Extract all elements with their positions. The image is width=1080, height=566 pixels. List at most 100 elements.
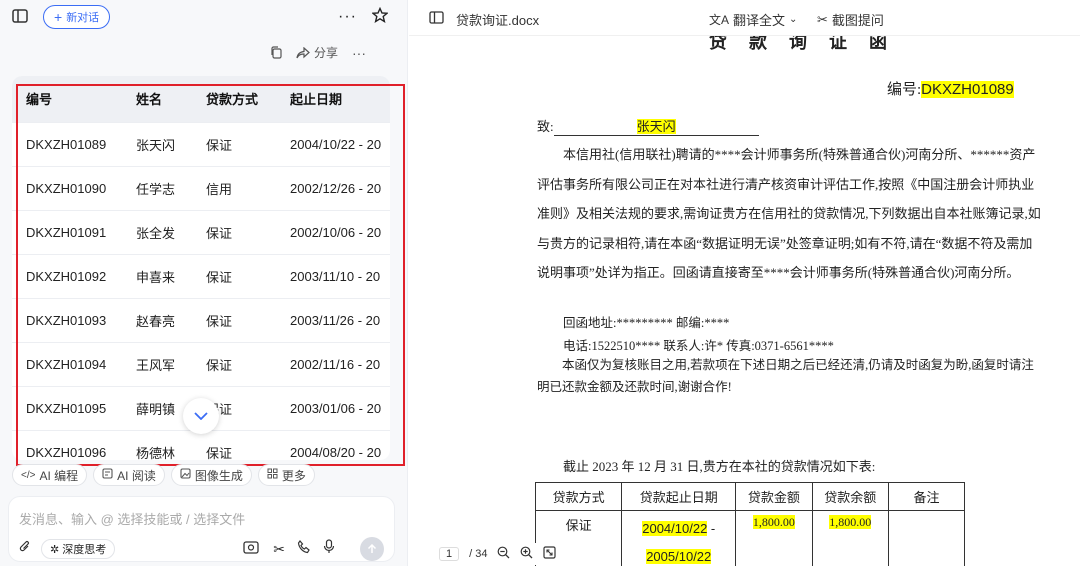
to-label: 致: bbox=[537, 119, 554, 134]
cell-id: DKXZH01089 bbox=[12, 121, 122, 166]
cell-dates: 2002/12/26 - 20 bbox=[276, 165, 390, 210]
document-topbar: 贷款询证.docx 文A 翻译全文 ⌄ ✂ 截图提问 bbox=[409, 0, 1080, 36]
date-separator: - bbox=[707, 521, 716, 536]
sidebar-toggle-icon[interactable] bbox=[12, 9, 28, 23]
loan-amount-value: 1,800.00 bbox=[752, 515, 795, 529]
share-icon bbox=[296, 46, 310, 58]
scissors-icon[interactable]: ✂ bbox=[273, 541, 285, 558]
phone-icon[interactable] bbox=[297, 539, 311, 559]
recipient-name: 张天闪 bbox=[636, 119, 676, 134]
cell-id: DKXZH01094 bbox=[12, 341, 122, 386]
fit-page-icon[interactable] bbox=[543, 546, 557, 562]
arrow-up-icon bbox=[367, 544, 377, 553]
phone-line: 电话:1522510**** 联系人:许* 传真:0371-6561**** bbox=[563, 339, 834, 353]
chevron-down-icon: ⌄ bbox=[789, 14, 798, 25]
document-page: 贷款询证函 编号:DKXZH01089 致: 张天闪 本信用社(信用联社)聘请的*… bbox=[409, 36, 1080, 566]
new-chat-label: 新对话 bbox=[66, 12, 100, 24]
cell-name: 薛明镇 bbox=[122, 385, 192, 430]
loan-header: 备注 bbox=[887, 482, 966, 511]
more-options-icon[interactable]: ··· bbox=[352, 45, 366, 61]
cell-dates: 2002/11/16 - 20 bbox=[276, 341, 390, 386]
translate-button[interactable]: 文A 翻译全文 ⌄ bbox=[709, 10, 797, 29]
message-input-box[interactable]: 发消息、输入 @ 选择技能或 / 选择文件 ✲ 深度思考 ✂ bbox=[8, 496, 395, 562]
cell-dates: 2003/01/06 - 20 bbox=[276, 385, 390, 430]
screenshot-ask-button[interactable]: ✂ 截图提问 bbox=[817, 10, 884, 29]
cell-name: 任学志 bbox=[122, 165, 192, 210]
document-heading: 贷款询证函 bbox=[709, 36, 909, 52]
chip-more[interactable]: 更多 bbox=[257, 464, 315, 486]
cell-dates: 2003/11/26 - 20 bbox=[276, 297, 390, 342]
deep-think-toggle[interactable]: ✲ 深度思考 bbox=[41, 539, 116, 559]
chip-label: 更多 bbox=[281, 468, 306, 483]
star-icon[interactable] bbox=[372, 7, 388, 23]
loan-table-header: 贷款方式 贷款起止日期 贷款金额 贷款余额 备注 bbox=[534, 482, 966, 511]
loan-amount: 1,800.00 bbox=[735, 510, 813, 566]
cell-dates: 2003/11/10 - 20 bbox=[276, 253, 390, 298]
share-button[interactable]: 分享 bbox=[296, 44, 338, 61]
cell-id: DKXZH01095 bbox=[12, 385, 122, 430]
grid-icon bbox=[267, 468, 278, 482]
table-row: DKXZH01089 张天闪 保证 2004/10/22 - 20 bbox=[12, 121, 390, 166]
document-number: 编号:DKXZH01089 bbox=[887, 78, 1014, 99]
loan-end-date: 2005/10/22 bbox=[646, 549, 712, 564]
cell-method: 保证 bbox=[192, 253, 276, 298]
recipient-line: 致: 张天闪 bbox=[537, 116, 759, 136]
message-input[interactable]: 发消息、输入 @ 选择技能或 / 选择文件 bbox=[19, 509, 245, 528]
chip-label: 图像生成 bbox=[194, 468, 243, 483]
skill-chips: </> AI 编程 AI 阅读 图像生成 更多 bbox=[12, 464, 315, 486]
page-navigation-bar: 1 / 34 bbox=[433, 543, 563, 565]
loan-header: 贷款余额 bbox=[811, 482, 889, 511]
cell-method: 保证 bbox=[192, 209, 276, 254]
loan-remark bbox=[887, 510, 966, 566]
page-number-input[interactable]: 1 bbox=[439, 547, 460, 561]
table-header-row: 编号 姓名 贷款方式 起止日期 bbox=[12, 76, 390, 122]
translate-label: 翻译全文 bbox=[733, 13, 786, 28]
number-value: DKXZH01089 bbox=[921, 81, 1014, 98]
loan-balance-value: 1,800.00 bbox=[829, 515, 872, 529]
image-upload-icon[interactable] bbox=[243, 540, 259, 559]
chip-ai-coding[interactable]: </> AI 编程 bbox=[12, 464, 88, 486]
deep-think-label: 深度思考 bbox=[62, 544, 107, 556]
table-row: DKXZH01094 王风军 保证 2002/11/16 - 20 bbox=[12, 341, 390, 386]
cell-id: DKXZH01091 bbox=[12, 209, 122, 254]
address-line: 回函地址:********* 邮编:**** bbox=[563, 316, 730, 330]
reading-icon bbox=[102, 468, 113, 482]
send-button[interactable] bbox=[360, 537, 384, 561]
document-panel: 贷款询证.docx 文A 翻译全文 ⌄ ✂ 截图提问 贷款询证函 编号:DKXZ… bbox=[409, 0, 1080, 566]
notice-paragraph: 本函仅为复核账目之用,若款项在下述日期之后已经还清,仍请及时函复为盼,函复时请注… bbox=[537, 358, 1034, 394]
new-chat-button[interactable]: + 新对话 bbox=[43, 5, 111, 29]
cell-method: 保证 bbox=[192, 341, 276, 386]
loan-start-date: 2004/10/22 bbox=[642, 521, 708, 536]
page-total: / 34 bbox=[469, 548, 488, 560]
cell-name: 申喜来 bbox=[122, 253, 192, 298]
scroll-down-button[interactable] bbox=[183, 398, 219, 434]
screenshot-label: 截图提问 bbox=[831, 13, 884, 28]
attach-icon[interactable] bbox=[19, 540, 31, 559]
more-icon[interactable]: ··· bbox=[338, 8, 357, 26]
header-dates: 起止日期 bbox=[276, 76, 390, 122]
copy-icon[interactable] bbox=[270, 46, 282, 59]
cell-name: 赵春亮 bbox=[122, 297, 192, 342]
zoom-out-icon[interactable] bbox=[497, 546, 510, 562]
chip-image-gen[interactable]: 图像生成 bbox=[170, 464, 252, 486]
message-toolbar: 分享 ··· bbox=[270, 44, 366, 61]
loan-balance: 1,800.00 bbox=[811, 510, 889, 566]
body-paragraph: 本信用社(信用联社)聘请的****会计师事务所(特殊普通合伙)河南分所、****… bbox=[537, 147, 1041, 280]
chip-label: AI 阅读 bbox=[117, 468, 156, 483]
translate-icon: 文A bbox=[709, 13, 730, 27]
loan-header: 贷款金额 bbox=[735, 482, 813, 511]
image-icon bbox=[180, 468, 191, 482]
microphone-icon[interactable] bbox=[323, 539, 335, 559]
cell-method: 保证 bbox=[192, 297, 276, 342]
chip-ai-reading[interactable]: AI 阅读 bbox=[93, 464, 165, 486]
plus-icon: + bbox=[54, 9, 63, 25]
cell-dates: 2004/10/22 - 20 bbox=[276, 121, 390, 166]
table-row: DKXZH01091 张全发 保证 2002/10/06 - 20 bbox=[12, 209, 390, 254]
cell-method: 保证 bbox=[192, 121, 276, 166]
header-id: 编号 bbox=[12, 76, 122, 122]
document-title: 贷款询证.docx bbox=[456, 13, 540, 28]
cell-name: 张天闪 bbox=[122, 121, 192, 166]
number-label: 编号: bbox=[887, 82, 922, 98]
panel-toggle-icon[interactable] bbox=[429, 11, 444, 29]
zoom-in-icon[interactable] bbox=[520, 546, 533, 562]
